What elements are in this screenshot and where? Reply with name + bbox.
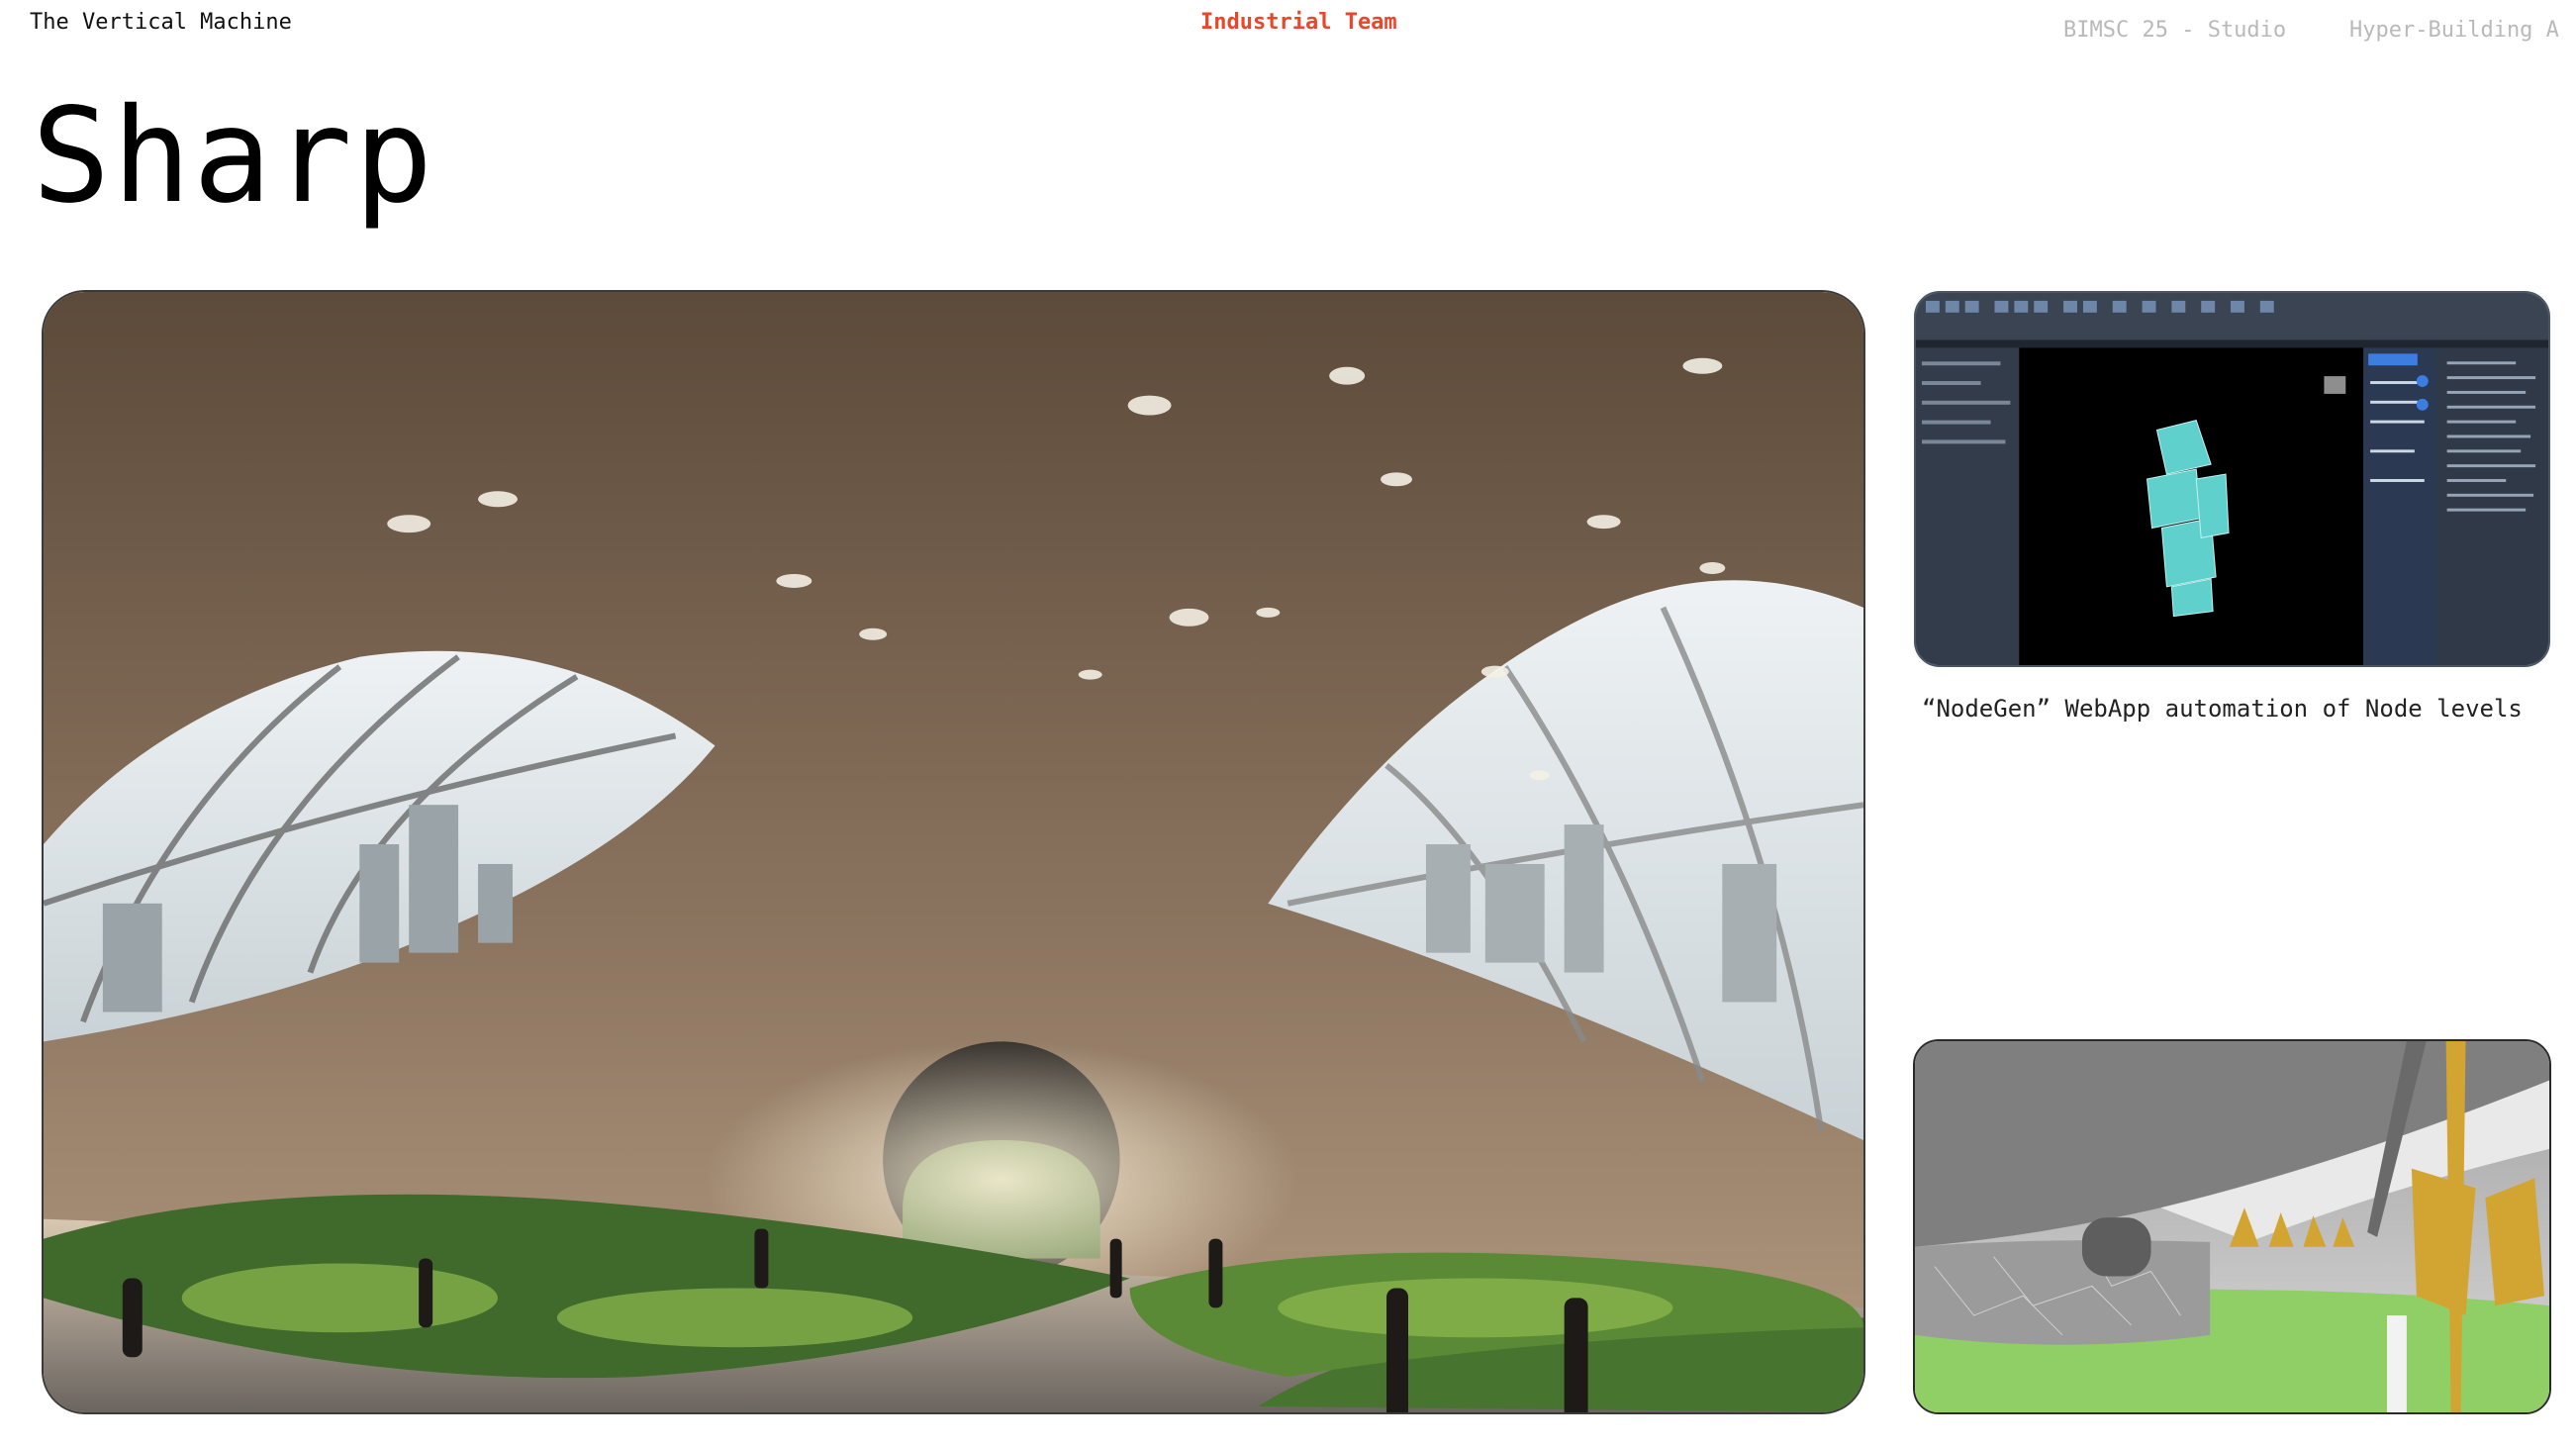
team-name: Industrial Team: [1200, 10, 1397, 35]
building-name: Hyper-Building A: [2349, 18, 2559, 43]
greenhouse-illustration: [44, 292, 1863, 1412]
page-title: Sharp: [32, 80, 435, 233]
software-caption: “NodeGen” WebApp automation of Node leve…: [1922, 695, 2523, 723]
nodegen-app-illustration: [1916, 293, 2548, 665]
course-name: BIMSC 25 - Studio: [2063, 18, 2287, 43]
interior-3d-model-render: [1913, 1039, 2551, 1414]
model-render-illustration: [1915, 1041, 2549, 1412]
project-name: The Vertical Machine: [30, 10, 292, 35]
nodegen-software-screenshot: [1914, 291, 2550, 667]
greenhouse-interior-render: [42, 290, 1865, 1414]
